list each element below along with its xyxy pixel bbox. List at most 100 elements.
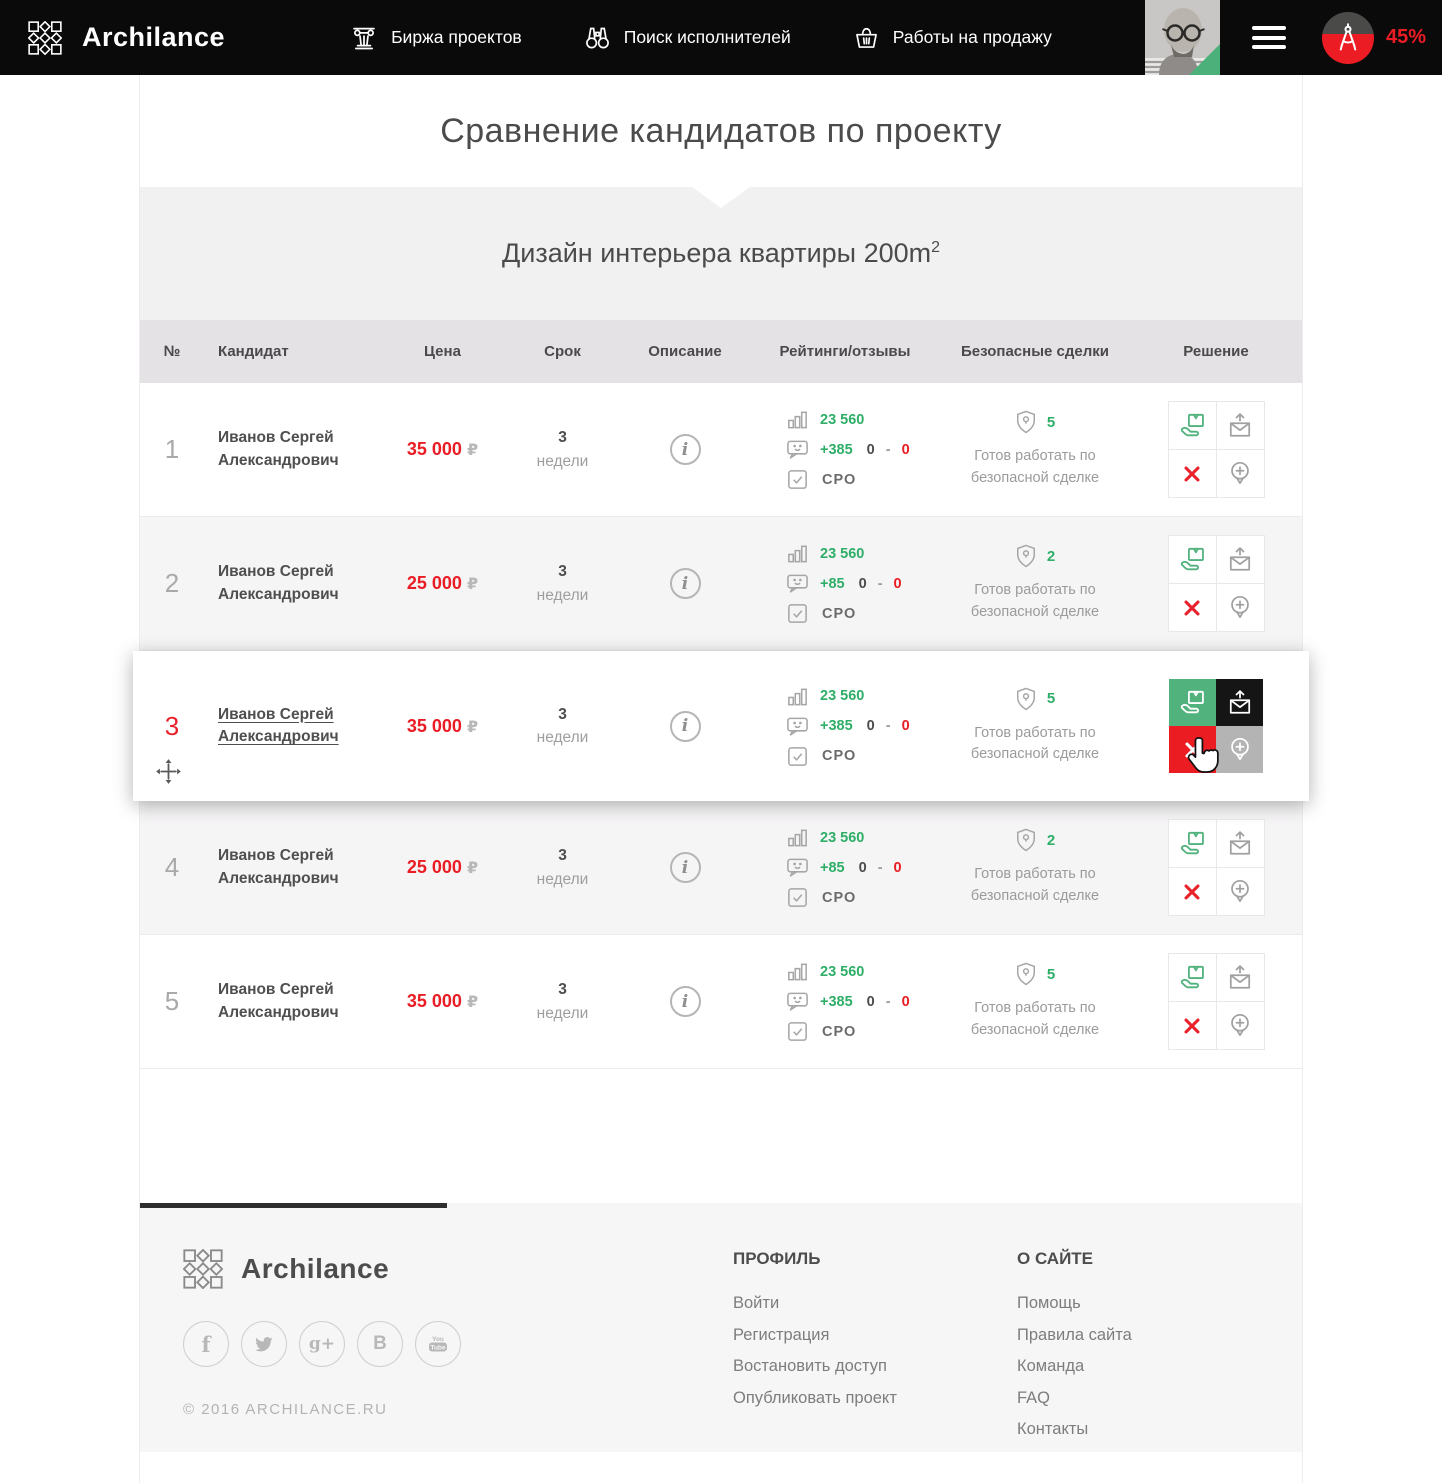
reject-button[interactable]: [1169, 584, 1216, 631]
hand-package-icon: [1179, 964, 1206, 991]
price-value: 35 000: [407, 991, 462, 1011]
footer-link-login[interactable]: Войти: [733, 1295, 1017, 1312]
youtube-icon[interactable]: You Tube: [415, 1321, 461, 1367]
bar-chart-icon: [786, 408, 809, 431]
checkbox-icon: [786, 886, 809, 909]
reject-button[interactable]: [1169, 1002, 1216, 1049]
safe-deals-note: Готов работать по безопасной сделке: [945, 998, 1125, 1040]
candidate-name[interactable]: Иванов Сергей Александрович: [218, 981, 339, 1020]
menu-icon[interactable]: [1252, 21, 1286, 55]
nav-works-for-sale[interactable]: Работы на продажу: [853, 24, 1052, 51]
price-value: 35 000: [407, 439, 462, 459]
vk-icon[interactable]: В: [357, 1321, 403, 1367]
bar-chart-icon: [786, 542, 809, 565]
ruble-symbol: ₽: [467, 858, 478, 877]
term-cell: 3 недели: [505, 978, 620, 1025]
info-icon[interactable]: i: [670, 434, 701, 465]
footer-link-restore-access[interactable]: Востановить доступ: [733, 1358, 1017, 1375]
pin-add-button[interactable]: [1217, 868, 1264, 915]
propose-deal-button[interactable]: [1169, 679, 1216, 726]
footer-link-publish-project[interactable]: Опубликовать проект: [733, 1390, 1017, 1407]
brand[interactable]: Archilance: [28, 21, 225, 55]
nav-search-performers[interactable]: Поиск исполнителей: [584, 24, 791, 51]
reject-button[interactable]: [1169, 450, 1216, 497]
decision-buttons: [1168, 819, 1265, 916]
pin-add-button[interactable]: [1217, 584, 1264, 631]
envelope-send-icon: [1227, 965, 1253, 991]
term-unit: недели: [505, 450, 620, 473]
rating-projects: 23 560: [786, 539, 940, 569]
term-value: 3: [505, 560, 620, 583]
info-icon[interactable]: i: [670, 986, 701, 1017]
info-icon[interactable]: i: [670, 852, 701, 883]
shield-icon: [1015, 828, 1037, 852]
safe-deals-count: 2: [1047, 830, 1055, 852]
facebook-icon[interactable]: f: [183, 1321, 229, 1367]
pin-add-button[interactable]: [1217, 450, 1264, 497]
propose-deal-button[interactable]: [1169, 402, 1216, 449]
ruble-symbol: ₽: [467, 992, 478, 1011]
col-header-price: Цена: [380, 343, 505, 360]
user-avatar[interactable]: [1145, 0, 1220, 75]
profile-progress-icon[interactable]: [1322, 12, 1374, 64]
reviews-neutral: 0: [859, 576, 867, 592]
row-number: 5: [165, 986, 179, 1016]
term-cell: 3 недели: [505, 426, 620, 473]
term-value: 3: [505, 978, 620, 1001]
footer-link-register[interactable]: Регистрация: [733, 1327, 1017, 1344]
footer-about-column: О САЙТЕ Помощь Правила сайта Команда FAQ…: [1017, 1249, 1132, 1453]
candidate-cell: Иванов Сергей Александрович: [190, 845, 380, 890]
hand-package-icon: [1179, 546, 1206, 573]
project-title: Дизайн интерьера квартиры 200m2: [502, 238, 940, 269]
price-value: 35 000: [407, 716, 462, 736]
nav-projects-exchange[interactable]: Биржа проектов: [350, 24, 522, 52]
reviews-negative: 0: [902, 442, 910, 458]
send-message-button[interactable]: [1217, 402, 1264, 449]
send-message-button[interactable]: [1216, 679, 1263, 726]
google-plus-icon[interactable]: g+: [299, 1321, 345, 1367]
rating-projects: 23 560: [786, 405, 940, 435]
twitter-icon[interactable]: [241, 1321, 287, 1367]
info-icon[interactable]: i: [670, 568, 701, 599]
pin-plus-icon: [1227, 1012, 1253, 1040]
description-cell: i: [620, 568, 750, 599]
social-links: f g+ В You Tube: [183, 1321, 733, 1367]
price-cell: 35 000₽: [380, 716, 505, 737]
send-message-button[interactable]: [1217, 820, 1264, 867]
candidate-name[interactable]: Иванов Сергей Александрович: [218, 847, 339, 886]
description-cell: i: [620, 434, 750, 465]
candidate-name[interactable]: Иванов Сергей Александрович: [218, 429, 339, 468]
info-icon[interactable]: i: [670, 711, 701, 742]
candidate-name[interactable]: Иванов Сергей Александрович: [218, 563, 339, 602]
col-header-number: №: [140, 343, 190, 360]
pin-add-button[interactable]: [1216, 726, 1263, 773]
sro-badge: СРО: [822, 890, 856, 906]
footer-brand[interactable]: Archilance: [183, 1249, 733, 1289]
footer-link-contacts[interactable]: Контакты: [1017, 1421, 1132, 1438]
footer-link-team[interactable]: Команда: [1017, 1358, 1132, 1375]
envelope-send-icon: [1227, 831, 1253, 857]
propose-deal-button[interactable]: [1169, 820, 1216, 867]
candidate-name[interactable]: Иванов Сергей Александрович: [218, 706, 339, 745]
hand-package-icon: [1179, 830, 1206, 857]
decision-cell: [1130, 679, 1302, 773]
send-message-button[interactable]: [1217, 536, 1264, 583]
footer-link-rules[interactable]: Правила сайта: [1017, 1327, 1132, 1344]
project-banner: Дизайн интерьера квартиры 200m2: [140, 187, 1302, 320]
footer-link-faq[interactable]: FAQ: [1017, 1390, 1132, 1407]
sro-badge: СРО: [822, 472, 856, 488]
reviews-neutral: 0: [867, 994, 875, 1010]
reject-button[interactable]: [1169, 868, 1216, 915]
safe-deals-count: 5: [1047, 964, 1055, 986]
propose-deal-button[interactable]: [1169, 954, 1216, 1001]
pin-add-button[interactable]: [1217, 1002, 1264, 1049]
envelope-send-icon: [1227, 547, 1253, 573]
send-message-button[interactable]: [1217, 954, 1264, 1001]
footer-link-help[interactable]: Помощь: [1017, 1295, 1132, 1312]
propose-deal-button[interactable]: [1169, 536, 1216, 583]
move-cursor-icon: [155, 758, 182, 785]
safe-deals-count: 2: [1047, 546, 1055, 568]
row-number-cell: 2: [140, 568, 190, 599]
safe-deals-cell: 2 Готов работать по безопасной сделке: [940, 544, 1130, 622]
sro-badge: СРО: [822, 606, 856, 622]
